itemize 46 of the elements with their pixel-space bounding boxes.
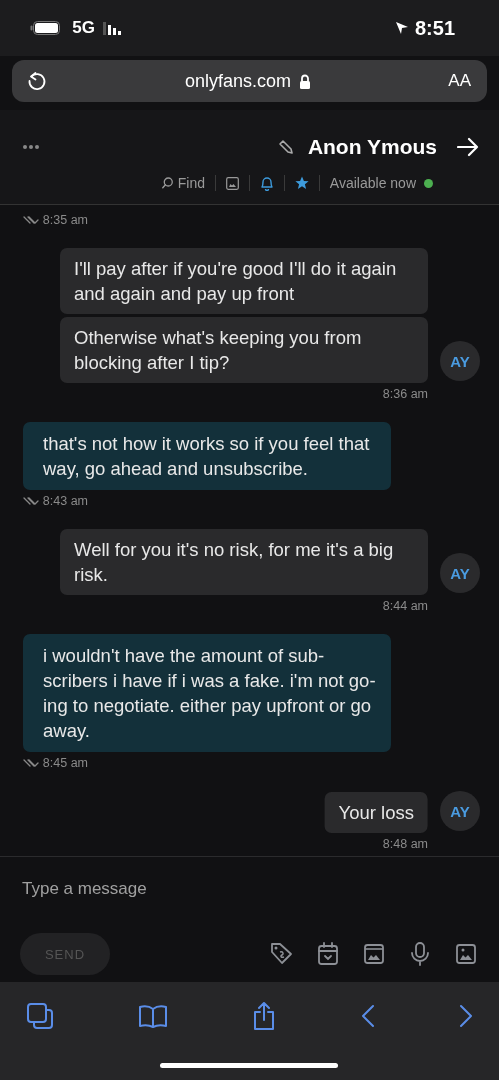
signal-icon <box>100 21 121 35</box>
message-bubble: that's not how it works so if you feel that way, go ahead and unsubscribe. <box>23 422 391 490</box>
message-time: 8:44 am <box>382 599 428 613</box>
price-tag-icon[interactable] <box>269 942 293 966</box>
address-bar[interactable]: onlyfans.com AA <box>12 60 487 102</box>
reload-icon[interactable] <box>26 70 48 92</box>
message-bubble: I'll pay after if you're good I'll do it again and again and pay up front <box>60 248 428 314</box>
message-time: 8:43 am <box>43 494 89 508</box>
avatar[interactable]: AY <box>440 341 480 381</box>
read-check-icon <box>23 758 39 768</box>
avatar[interactable]: AY <box>440 791 480 831</box>
network-label: 5G <box>72 18 95 38</box>
gallery-icon[interactable] <box>363 943 385 965</box>
location-icon <box>394 21 409 35</box>
clock-time: 8:51 <box>414 16 455 40</box>
message-bubble: Well for you it's no risk, for me it's a big risk. <box>60 529 428 595</box>
image-icon[interactable] <box>225 176 239 190</box>
message-time: 8:45 am <box>43 756 89 770</box>
message-bubble: Your loss <box>324 792 428 833</box>
pencil-icon[interactable] <box>277 139 294 155</box>
bell-icon[interactable] <box>259 175 274 191</box>
find-button[interactable]: Find <box>161 175 205 191</box>
url-text: onlyfans.com <box>185 70 292 92</box>
message-time: 8:35 am <box>43 213 89 227</box>
calendar-icon[interactable] <box>317 942 339 966</box>
availability-text: Available now <box>329 175 416 191</box>
image-icon[interactable] <box>455 943 477 965</box>
message-bubble: i wouldn't have the amount of sub-scribers i have if i was a fake. i'm not go-ing to negotiate. either pay upfront or go away. <box>23 634 391 752</box>
message-time: 8:36 am <box>382 387 428 401</box>
battery-icon <box>30 21 60 35</box>
chat-title: Anon Ymous <box>307 135 437 159</box>
message-time: 8:48 am <box>382 837 428 851</box>
avatar[interactable]: AY <box>440 553 480 593</box>
share-icon[interactable] <box>252 1002 277 1030</box>
message-input[interactable]: Type a message <box>20 873 479 905</box>
text-size-button[interactable]: AA <box>448 71 471 91</box>
bookmarks-icon[interactable] <box>138 1004 169 1028</box>
tabs-icon[interactable] <box>26 1002 54 1030</box>
more-icon[interactable] <box>22 144 40 150</box>
search-icon <box>161 177 174 189</box>
microphone-icon[interactable] <box>409 942 431 966</box>
lock-icon <box>299 73 312 89</box>
read-check-icon <box>23 496 39 506</box>
star-icon[interactable] <box>294 176 309 190</box>
message-bubble: Otherwise what's keeping you from blocking after I tip? <box>60 317 428 383</box>
read-check-icon <box>23 215 39 225</box>
